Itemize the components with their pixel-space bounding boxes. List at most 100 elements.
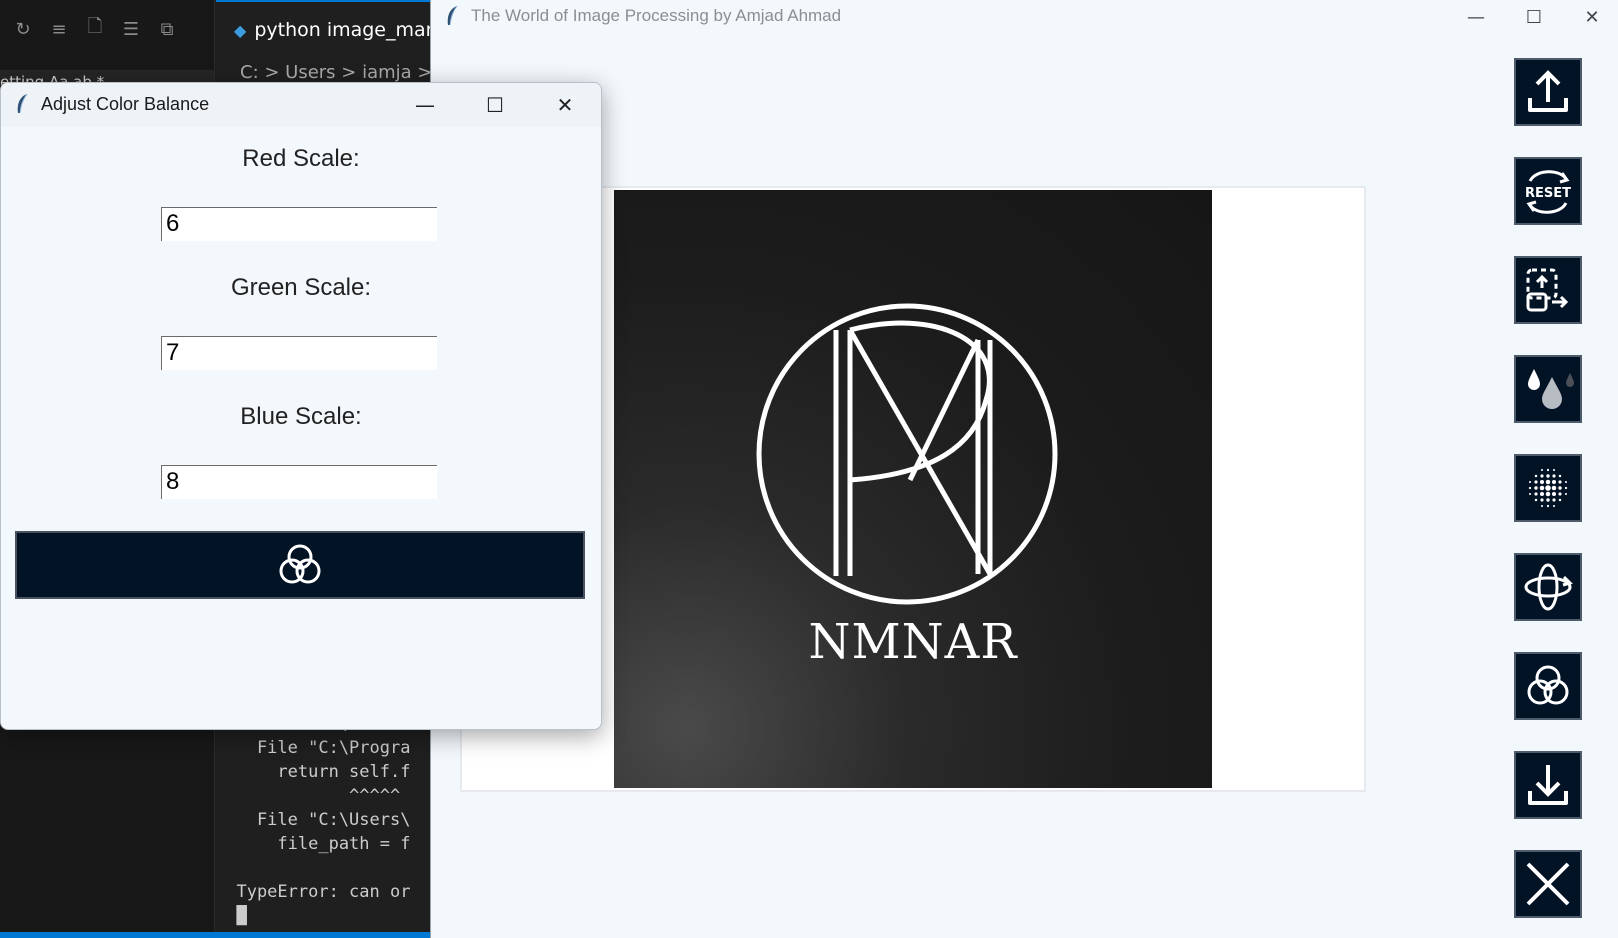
halftone-dot [1528,492,1532,496]
terminal-line: ^^^^^ [216,786,401,806]
green-scale-input[interactable]: 7 [161,336,437,370]
apply-color-balance-button[interactable] [15,531,585,599]
dialog-close-button[interactable]: ✕ [535,83,595,127]
halftone-dot [1528,486,1532,490]
halftone-dot [1528,480,1532,484]
color-balance-button[interactable] [1514,652,1582,720]
halftone-dot [1551,491,1557,497]
vscode-editor-tab[interactable]: ◆ python image_man [216,0,430,58]
rotate-3d-icon [1524,563,1573,611]
logo-text: NMNAR [808,614,1018,670]
halftone-dot [1558,480,1562,484]
exit-button[interactable] [1514,850,1582,918]
download-button[interactable] [1514,751,1582,819]
halftone-dot [1558,474,1562,478]
transform-icon [1526,268,1569,312]
halftone-dot [1551,479,1557,485]
download-icon [1528,765,1568,805]
halftone-dot [1545,479,1551,485]
minimize-icon: — [415,93,435,117]
red-scale-input[interactable]: 6 [161,207,437,241]
maximize-icon: ☐ [1525,6,1543,28]
minimize-button[interactable]: — [1453,0,1499,34]
close-icon: ✕ [556,93,574,117]
halftone-dot [1534,498,1538,502]
halftone-button[interactable] [1514,454,1582,522]
halftone-dot [1539,491,1545,497]
dialog-title: Adjust Color Balance [41,94,210,114]
halftone-dot [1558,486,1562,490]
halftone-dot [1551,485,1557,491]
terminal-line: return self.f [216,762,411,782]
halftone-dot [1545,491,1551,497]
halftone-dot [1552,504,1556,508]
halftone-dot [1534,486,1538,490]
maximize-icon: ☐ [486,93,504,117]
halftone-dot [1534,492,1538,496]
halftone-dot [1546,474,1550,478]
halftone-dot [1552,474,1556,478]
close-icon: ✕ [1584,6,1600,28]
rotate-3d-button[interactable] [1514,553,1582,621]
main-title-bar[interactable]: The World of Image Processing by Amjad A… [431,0,1618,34]
close-x-icon [1526,862,1570,906]
dialog-title-bar[interactable]: Adjust Color Balance — ☐ ✕ [1,83,601,127]
halftone-dot [1546,498,1550,502]
halftone-dot [1564,486,1568,490]
upload-button[interactable] [1514,58,1582,126]
halftone-dot [1540,504,1544,508]
copy-icon[interactable]: ⧉ [156,19,178,40]
vscode-terminal[interactable]: Traceback (most r File "C:\Progra return… [216,712,430,934]
tk-feather-icon [447,5,458,26]
reset-icon: RESET [1525,170,1571,214]
terminal-line: file_path = f [216,834,411,854]
halftone-dot [1558,498,1562,502]
dialog-minimize-button[interactable]: — [395,83,455,127]
color-balance-icon [1527,665,1569,705]
halftone-dot [1534,474,1538,478]
blue-scale-label: Blue Scale: [240,403,362,430]
drops-button[interactable] [1514,355,1582,423]
red-scale-label: Red Scale: [242,145,360,172]
vscode-tab-label: python image_man [254,19,430,41]
maximize-button[interactable]: ☐ [1511,0,1557,34]
reset-icon-text: RESET [1525,186,1571,201]
halftone-dot [1552,498,1556,502]
transform-button[interactable] [1514,256,1582,324]
minimize-icon: — [1467,6,1485,28]
collapse-all-icon[interactable]: ≡ [48,19,70,40]
halftone-dot [1539,479,1545,485]
python-icon: ◆ [234,20,247,40]
vscode-toolbar: ↻ ≡ 🗋 ☰ ⧉ [0,12,214,46]
main-window-title: The World of Image Processing by Amjad A… [471,6,842,25]
word-wrap-icon[interactable]: ☰ [120,19,142,40]
reset-button[interactable]: RESET [1514,157,1582,225]
terminal-line: File "C:\Users\ [216,810,411,830]
terminal-line: File "C:\Progra [216,738,411,758]
vscode-status-bar [0,932,430,938]
refresh-icon[interactable]: ↻ [12,19,34,40]
green-scale-label: Green Scale: [230,274,372,301]
halftone-dot [1540,468,1544,472]
halftone-dot [1564,480,1568,484]
color-balance-icon [279,544,321,584]
new-file-icon[interactable]: 🗋 [84,14,106,44]
halftone-dot [1564,492,1568,496]
upload-icon [1528,70,1568,112]
halftone-dot [1534,480,1538,484]
dialog-maximize-button[interactable]: ☐ [465,83,525,127]
halftone-dot [1539,485,1545,491]
tool-column: RESET [1514,58,1584,928]
loaded-image: NMNAR [614,190,1212,788]
color-balance-dialog: Adjust Color Balance — ☐ ✕ Red Scale: 6 … [0,82,602,730]
halftone-dot [1540,498,1544,502]
halftone-dot [1545,485,1551,491]
halftone-dot [1546,504,1550,508]
close-button[interactable]: ✕ [1569,0,1615,34]
halftone-icon [1528,468,1568,508]
terminal-line: TypeError: can or [216,882,411,902]
terminal-line: █ [216,906,247,926]
halftone-dot [1546,468,1550,472]
blue-scale-input[interactable]: 8 [161,465,437,499]
